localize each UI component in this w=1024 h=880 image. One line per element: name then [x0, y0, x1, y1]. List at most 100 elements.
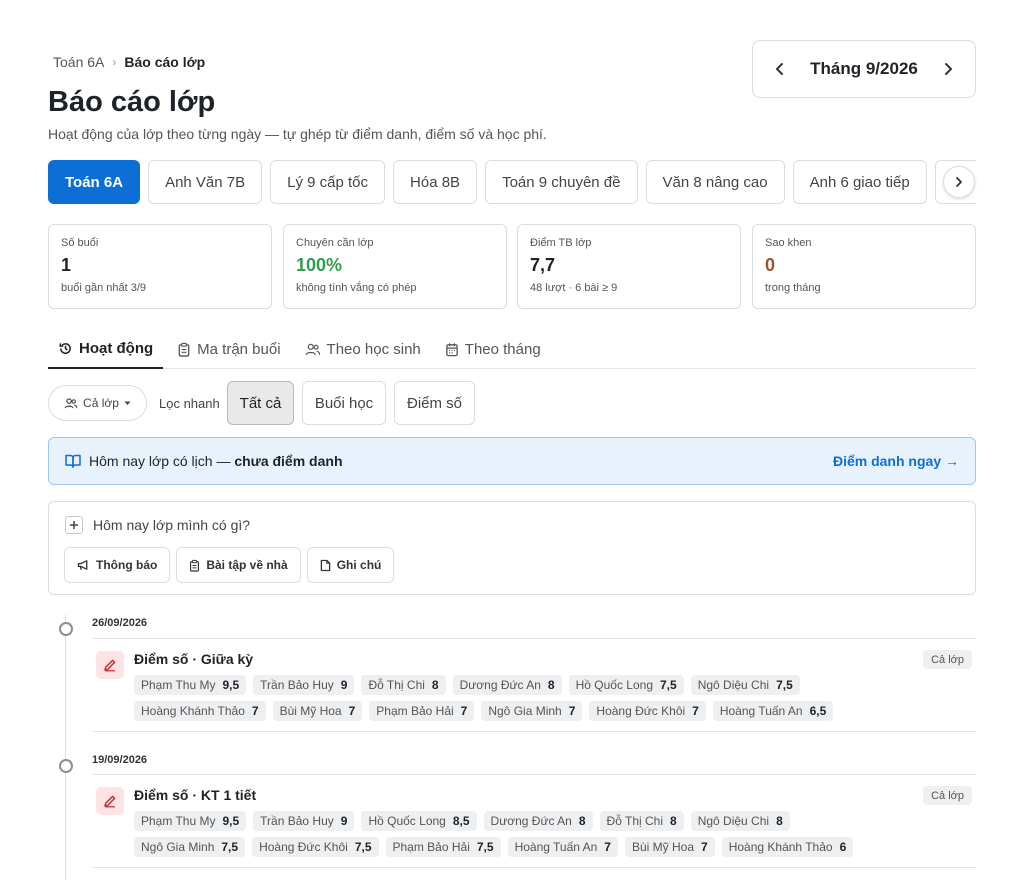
score-chip: Trần Bảo Huy 9: [253, 675, 355, 695]
class-tab-toan-6a[interactable]: Toán 6A: [48, 160, 141, 204]
timeline-date: 26/09/2026: [92, 617, 148, 629]
score-chip-row: Hoàng Khánh Thảo 7 Bùi Mỹ Hoa 7 Phạm Bảo H…: [134, 701, 834, 721]
stat-card-average-score: Điểm TB lớp 7,7 48 lượt · 6 bài ≥ 9: [517, 224, 741, 309]
class-tab-hoa-8b[interactable]: Hóa 8B: [393, 160, 478, 204]
class-tab-anh-6[interactable]: Anh 6 giao tiếp: [792, 160, 927, 204]
scope-dropdown[interactable]: Cả lớp: [48, 385, 147, 421]
timeline-dot: [59, 622, 73, 636]
score-chip: Đỗ Thị Chi 8: [361, 675, 446, 695]
stat-sub: 48 lượt · 6 bài ≥ 9: [530, 282, 618, 294]
stat-value: 100%: [296, 255, 343, 275]
tab-by-month[interactable]: Theo tháng: [435, 330, 551, 369]
class-tabs: Toán 6A Anh Văn 7B Lý 9 cấp tốc Hóa 8B T…: [48, 160, 976, 204]
timeline-date: 19/09/2026: [92, 754, 148, 766]
users-icon: [305, 343, 320, 356]
month-selector: Tháng 9/2026: [752, 40, 976, 98]
score-chip: Ngô Diệu Chi 8: [690, 811, 790, 831]
announcement-button[interactable]: Thông báo: [64, 547, 171, 583]
homework-button[interactable]: Bài tập về nhà: [176, 547, 301, 583]
action-label: Bài tập về nhà: [206, 558, 288, 572]
class-tab-ly-9[interactable]: Lý 9 cấp tốc: [270, 160, 386, 204]
clipboard-icon: [190, 559, 200, 572]
score-chip: Phạm Thu My 9,5: [134, 675, 247, 695]
score-chip: Dương Đức An 8: [483, 811, 593, 831]
tab-label: Hoạt động: [79, 340, 154, 357]
tab-activity[interactable]: Hoạt động: [48, 330, 164, 369]
pencil-icon: [96, 651, 124, 679]
score-chip: Hồ Quốc Long 8,5: [361, 811, 477, 831]
timeline-event[interactable]: Điểm số · KT 1 tiết Cả lớp Phạm Thu My 9,…: [92, 774, 976, 868]
stat-value: 7,7: [530, 255, 556, 275]
score-chip: Hoàng Khánh Thảo 6: [721, 837, 854, 857]
stat-value: 1: [61, 255, 72, 275]
timeline-line: [65, 615, 66, 880]
score-chip-row: Phạm Thu My 9,5 Trần Bảo Huy 9 Hồ Quốc Lon…: [134, 811, 790, 831]
tab-label: Theo tháng: [464, 341, 541, 358]
tab-label: Ma trận buổi: [197, 341, 281, 358]
stat-label: Số buổi: [61, 237, 99, 249]
chevron-right-icon[interactable]: [937, 58, 959, 80]
banner-status: chưa điểm danh: [234, 453, 343, 469]
breadcrumb-separator: ›: [112, 55, 117, 69]
composer-placeholder: Hôm nay lớp mình có gì?: [93, 517, 251, 533]
score-chip-row: Ngô Gia Minh 7,5 Hoàng Đức Khôi 7,5 Phạm B…: [134, 837, 854, 857]
chevron-right-icon: [956, 177, 962, 187]
stat-value: 0: [765, 255, 776, 275]
score-chip: Ngô Gia Minh 7: [481, 701, 583, 721]
view-tabs: Hoạt động Ma trận buổi Theo học sinh The…: [48, 330, 976, 369]
score-chip: Đỗ Thị Chi 8: [599, 811, 684, 831]
chevron-left-icon[interactable]: [769, 58, 791, 80]
timeline-event[interactable]: Điểm số · Giữa kỳ Cả lớp Phạm Thu My 9,5 …: [92, 638, 976, 732]
tabs-scroll-right-button[interactable]: [943, 166, 975, 198]
pencil-icon: [96, 787, 124, 815]
stat-card-sessions: Số buổi 1 buổi gần nhất 3/9: [48, 224, 272, 309]
month-label: Tháng 9/2026: [810, 59, 918, 78]
timeline-dot: [59, 759, 73, 773]
score-chip: Hoàng Khánh Thảo 7: [134, 701, 266, 721]
take-attendance-link[interactable]: Điểm danh ngay →: [833, 453, 959, 469]
tab-session-matrix[interactable]: Ma trận buổi: [167, 330, 290, 369]
class-tab-van-8[interactable]: Văn 8 nâng cao: [645, 160, 785, 204]
stat-card-attendance: Chuyên cần lớp 100% không tính vắng có p…: [283, 224, 507, 309]
post-composer: Hôm nay lớp mình có gì? Thông báo Bài tậ…: [48, 501, 976, 595]
stat-card-stars: Sao khen 0 trong tháng: [752, 224, 976, 309]
page-subtitle: Hoạt động của lớp theo từng ngày — tự gh…: [48, 126, 547, 142]
event-scope-badge: Cả lớp: [923, 786, 972, 805]
score-chip: Bùi Mỹ Hoa 7: [624, 837, 715, 857]
score-chip: Hồ Quốc Long 7,5: [568, 675, 684, 695]
breadcrumb-class-link[interactable]: Toán 6A: [53, 54, 104, 70]
composer-prompt[interactable]: Hôm nay lớp mình có gì?: [65, 516, 250, 534]
attendance-banner: Hôm nay lớp có lịch — chưa điểm danh Điể…: [48, 437, 976, 485]
scope-label: Cả lớp: [83, 396, 119, 410]
megaphone-icon: [77, 560, 88, 570]
calendar-icon: [445, 343, 458, 357]
class-tab-anh-van-7b[interactable]: Anh Văn 7B: [148, 160, 263, 204]
page-title: Báo cáo lớp: [48, 86, 216, 118]
filter-scores-button[interactable]: Điểm số: [394, 381, 475, 425]
quick-filter-label: Lọc nhanh: [159, 396, 220, 411]
score-chip: Ngô Diệu Chi 7,5: [690, 675, 800, 695]
score-chip: Trần Bảo Huy 9: [253, 811, 355, 831]
note-button[interactable]: Ghi chú: [306, 547, 395, 583]
score-chip: Phạm Bảo Hải 7: [369, 701, 475, 721]
filter-all-button[interactable]: Tất cả: [227, 381, 294, 425]
class-tab-toan-9[interactable]: Toán 9 chuyên đề: [485, 160, 638, 204]
score-chip-row: Phạm Thu My 9,5 Trần Bảo Huy 9 Đỗ Thị Chi 8…: [134, 675, 800, 695]
event-title: Điểm số · KT 1 tiết: [134, 787, 257, 803]
tab-by-student[interactable]: Theo học sinh: [295, 330, 431, 369]
users-icon: [64, 397, 78, 408]
score-chip: Hoàng Tuấn An 6,5: [712, 701, 834, 721]
score-chip: Dương Đức An 8: [452, 675, 562, 695]
banner-text: Hôm nay lớp có lịch —: [89, 453, 235, 469]
clipboard-icon: [178, 342, 190, 357]
filter-sessions-button[interactable]: Buổi học: [302, 381, 386, 425]
caret-down-icon: [124, 401, 131, 405]
action-label: Ghi chú: [336, 558, 382, 572]
breadcrumb-current: Báo cáo lớp: [124, 54, 206, 70]
event-title: Điểm số · Giữa kỳ: [134, 651, 254, 667]
stat-sub: trong tháng: [765, 282, 821, 294]
score-chip: Phạm Thu My 9,5: [134, 811, 247, 831]
score-chip: Hoàng Đức Khôi 7,5: [252, 837, 379, 857]
score-chip: Bùi Mỹ Hoa 7: [272, 701, 363, 721]
file-icon: [320, 559, 330, 571]
